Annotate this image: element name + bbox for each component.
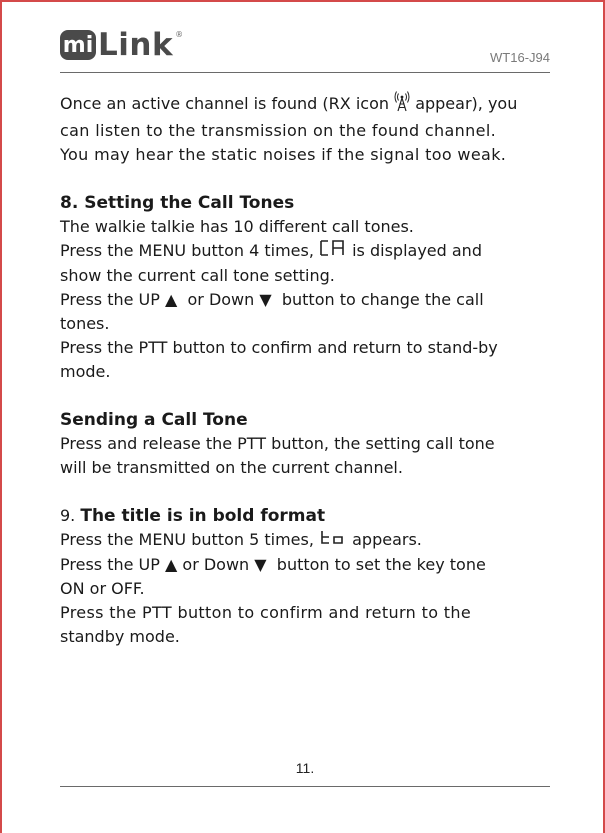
intro-line-3: You may hear the static noises if the si…	[60, 145, 507, 164]
sending-call-tone-title: Sending a Call Tone	[60, 410, 248, 430]
footer-rule	[60, 786, 550, 787]
page-number: 11.	[295, 760, 315, 776]
model-number: WT16-J94	[490, 50, 550, 65]
s9-line-4: Press the PTT button to confirm and retu…	[60, 603, 472, 622]
intro-line-1: Once an active channel is found (RX icon…	[60, 90, 554, 119]
s8-line-4b: or Down	[187, 290, 255, 309]
page-header: mi Link ® WT16-J94	[60, 26, 550, 73]
down-arrow-icon: ▼	[259, 290, 272, 309]
s8-line-4a: Press the UP	[60, 290, 160, 309]
s9-line-1a: Press the MENU button 5 times,	[60, 530, 314, 549]
s9-line-1b: appears.	[352, 530, 422, 549]
s9-line-2: Press the UP ▲ or Down ▼ button to set t…	[60, 553, 554, 577]
rx-antenna-icon	[394, 90, 410, 119]
s8-line-4c: button to change the call	[281, 290, 484, 309]
down-arrow-icon: ▼	[254, 555, 267, 574]
sending-line-1: Press and release the PTT button, the se…	[60, 434, 495, 453]
s9-line-1: Press the MENU button 5 times, appears.	[60, 528, 554, 553]
intro-line-2: can listen to the transmission on the fo…	[60, 121, 497, 140]
s8-line-6: Press the PTT button to confirm and retu…	[60, 338, 498, 357]
section-9-title: The title is in bold format	[80, 506, 326, 526]
s8-line-4: Press the UP ▲ or Down ▼ button to chang…	[60, 288, 554, 312]
logo-registered-mark: ®	[175, 30, 184, 39]
sending-line-2: will be transmitted on the current chann…	[60, 458, 403, 477]
ca-lcd-icon	[319, 239, 347, 264]
logo-wordmark: Link	[98, 27, 174, 63]
s8-line-3: show the current call tone setting.	[60, 266, 335, 285]
s9-line-2a: Press the UP	[60, 555, 160, 574]
manual-content: Once an active channel is found (RX icon…	[60, 90, 554, 649]
s8-line-2a: Press the MENU button 4 times,	[60, 241, 314, 260]
intro-text-b: appear), you	[415, 94, 518, 113]
section-9-number: 9.	[60, 506, 76, 525]
section-9-heading: 9. The title is in bold format	[60, 504, 554, 528]
up-arrow-icon: ▲	[165, 290, 178, 309]
s9-line-5: standby mode.	[60, 627, 180, 646]
s9-line-3: ON or OFF.	[60, 579, 145, 598]
up-arrow-icon: ▲	[165, 555, 178, 574]
s8-line-2: Press the MENU button 4 times, is displa…	[60, 239, 554, 264]
s8-line-2b: is displayed and	[352, 241, 482, 260]
s8-line-7: mode.	[60, 362, 111, 381]
intro-text-a: Once an active channel is found (RX icon	[60, 94, 389, 113]
milink-logo: mi Link ®	[60, 27, 184, 63]
s8-line-5: tones.	[60, 314, 110, 333]
section-8-title: 8. Setting the Call Tones	[60, 193, 295, 213]
logo-mi-badge: mi	[60, 30, 96, 60]
s9-line-2c: button to set the key tone	[276, 555, 486, 574]
s9-line-2b: or Down	[182, 555, 250, 574]
to-lcd-icon	[319, 528, 347, 553]
s8-line-1: The walkie talkie has 10 different call …	[60, 217, 414, 236]
